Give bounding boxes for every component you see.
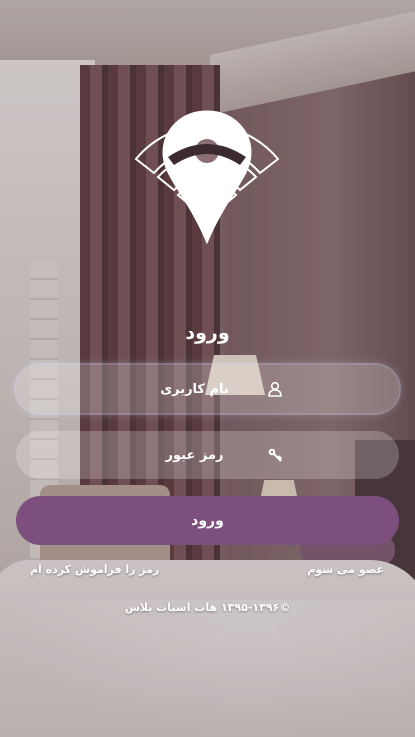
username-field[interactable] <box>16 365 399 413</box>
key-icon <box>267 447 283 463</box>
copyright-text: ©۱۳۹۵-۱۳۹۶ هات اسپات پلاس <box>124 601 291 614</box>
forgot-password-link[interactable]: رمز را فراموش کرده ام <box>30 563 159 576</box>
password-input[interactable] <box>132 446 257 464</box>
username-input[interactable] <box>132 380 257 398</box>
login-button[interactable]: ورود <box>16 496 399 545</box>
password-field[interactable] <box>16 431 399 479</box>
page-title: ورود <box>185 322 230 344</box>
register-link[interactable]: عضو می شوم <box>307 563 384 576</box>
user-icon <box>267 381 283 397</box>
location-pin-wifi-icon <box>132 107 282 247</box>
